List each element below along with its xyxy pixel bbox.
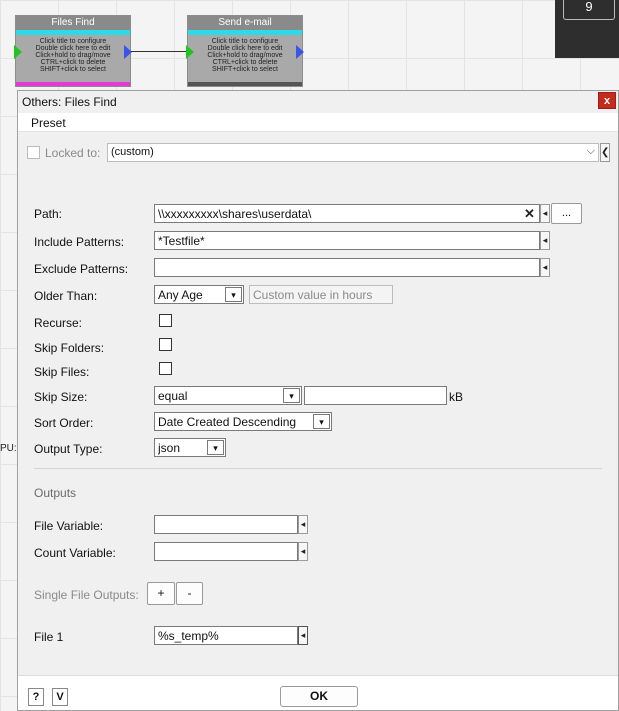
file-variable-button[interactable]: ◂ <box>298 515 308 534</box>
node-bottom-bar <box>188 82 302 86</box>
sort-order-value: Date Created Descending <box>158 415 297 429</box>
remove-output-button[interactable]: - <box>176 582 203 605</box>
node-hint-line: CTRL+click to delete <box>40 59 106 66</box>
path-label: Path: <box>34 207 63 221</box>
skip-files-checkbox[interactable] <box>159 362 172 375</box>
output-port-icon[interactable] <box>124 45 132 59</box>
output-type-value: json <box>158 441 181 455</box>
node-title[interactable]: Send e-mail <box>188 16 302 30</box>
canvas-side-label: PU: <box>0 443 17 454</box>
count-variable-button[interactable]: ◂ <box>298 542 308 561</box>
older-than-select[interactable]: Any Age ▾ <box>154 285 244 304</box>
menu-preset[interactable]: Preset <box>31 116 66 130</box>
help-button[interactable]: ? <box>28 688 44 706</box>
node-hints: Click title to configure Double click he… <box>16 35 130 73</box>
output-type-select[interactable]: json ▾ <box>154 438 226 457</box>
node-title[interactable]: Files Find <box>16 16 130 30</box>
recurse-checkbox[interactable] <box>159 314 172 327</box>
skip-size-unit: kB <box>449 390 464 404</box>
output-port-icon[interactable] <box>296 45 304 59</box>
node-hint-line: CTRL+click to delete <box>212 59 278 66</box>
older-than-label: Older Than: <box>34 289 98 303</box>
count-variable-input[interactable] <box>154 542 298 561</box>
sort-order-label: Sort Order: <box>34 416 94 430</box>
skip-size-input[interactable] <box>304 386 447 405</box>
clear-icon[interactable]: ✕ <box>524 206 535 222</box>
section-divider <box>34 468 602 469</box>
dialog-title: Others: Files Find <box>22 95 117 109</box>
skip-folders-checkbox[interactable] <box>159 338 172 351</box>
page-counter[interactable]: 9 <box>563 0 615 20</box>
locked-preset-value: (custom) <box>111 146 154 158</box>
file1-variable-button[interactable]: ◂ <box>298 626 308 645</box>
files-find-dialog: Others: Files Find x Preset Locked to: (… <box>17 90 619 711</box>
version-button[interactable]: V <box>52 688 68 706</box>
menu-bar: Preset <box>18 113 618 132</box>
node-hint-line: SHIFT+click to select <box>212 66 278 73</box>
chevron-down-icon: ⌵ <box>586 145 595 157</box>
node-send-email[interactable]: Send e-mail Click title to configure Dou… <box>186 15 304 87</box>
sort-order-select[interactable]: Date Created Descending ▾ <box>154 412 332 431</box>
dialog-titlebar[interactable]: Others: Files Find x <box>18 91 618 113</box>
exclude-variable-button[interactable]: ◂ <box>540 258 550 277</box>
file-variable-input[interactable] <box>154 515 298 534</box>
path-input[interactable]: \\xxxxxxxxx\shares\userdata\ <box>154 204 540 223</box>
file1-input[interactable]: %s_temp% <box>154 626 298 645</box>
dialog-footer: ? V OK <box>18 675 618 710</box>
node-bottom-bar <box>16 82 130 86</box>
node-hint-line: Click title to configure <box>211 38 279 45</box>
node-hints: Click title to configure Double click he… <box>188 35 302 73</box>
chevron-down-icon: ▾ <box>207 440 224 455</box>
include-patterns-label: Include Patterns: <box>34 235 125 249</box>
file-variable-label: File Variable: <box>34 519 104 533</box>
skip-size-select[interactable]: equal ▾ <box>154 386 302 405</box>
exclude-patterns-input[interactable] <box>154 258 540 277</box>
node-connector-line <box>131 51 187 52</box>
node-hint-line: SHIFT+click to select <box>40 66 106 73</box>
ok-button[interactable]: OK <box>280 686 358 707</box>
node-hint-line: Click title to configure <box>39 38 107 45</box>
outputs-heading: Outputs <box>34 486 77 500</box>
skip-size-label: Skip Size: <box>34 390 88 404</box>
include-variable-button[interactable]: ◂ <box>540 231 550 250</box>
input-port-icon[interactable] <box>14 45 22 59</box>
node-hint-line: Double click here to edit <box>207 45 283 52</box>
recurse-label: Recurse: <box>34 316 83 330</box>
locked-label: Locked to: <box>45 146 101 160</box>
older-than-value: Any Age <box>158 288 203 302</box>
node-files-find[interactable]: Files Find Click title to configure Doub… <box>14 15 132 87</box>
output-type-label: Output Type: <box>34 442 103 456</box>
skip-folders-label: Skip Folders: <box>34 341 105 355</box>
chevron-down-icon: ▾ <box>313 414 330 429</box>
file1-label: File 1 <box>34 630 64 644</box>
exclude-patterns-label: Exclude Patterns: <box>34 262 129 276</box>
input-port-icon[interactable] <box>186 45 194 59</box>
path-variable-button[interactable]: ◂ <box>540 204 550 223</box>
browse-button[interactable]: ... <box>551 203 582 224</box>
node-hint-line: Click+hold to drag/move <box>207 52 283 59</box>
skip-files-label: Skip Files: <box>34 365 90 379</box>
node-hint-line: Double click here to edit <box>35 45 111 52</box>
chevron-down-icon: ▾ <box>283 388 300 403</box>
node-hint-line: Click+hold to drag/move <box>35 52 111 59</box>
locked-preset-select[interactable]: (custom) ⌵ <box>107 143 599 162</box>
locked-back-button[interactable]: ❮ <box>600 143 610 162</box>
add-output-button[interactable]: + <box>147 582 175 605</box>
older-than-custom-input[interactable]: Custom value in hours <box>249 285 393 304</box>
locked-checkbox[interactable] <box>27 146 40 159</box>
single-file-outputs-label: Single File Outputs: <box>34 588 139 602</box>
count-variable-label: Count Variable: <box>34 546 116 560</box>
close-button[interactable]: x <box>598 92 616 109</box>
include-patterns-input[interactable]: *Testfile* <box>154 231 540 250</box>
skip-size-value: equal <box>158 389 188 403</box>
chevron-down-icon: ▾ <box>225 287 242 302</box>
